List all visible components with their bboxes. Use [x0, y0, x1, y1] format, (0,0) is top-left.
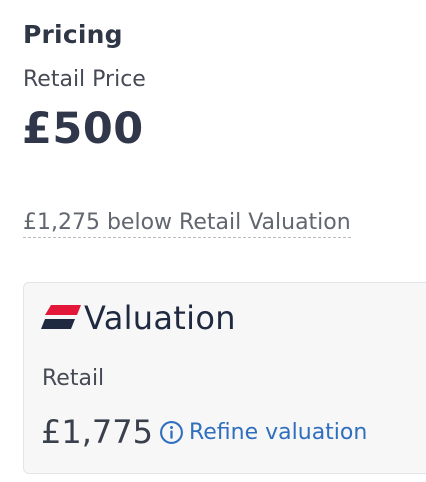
valuation-card: Valuation Retail £1,775 Refine valuation [23, 282, 426, 474]
info-icon [160, 420, 183, 444]
retail-price-label: Retail Price [23, 67, 146, 92]
valuation-logo-icon [41, 305, 81, 329]
valuation-brand-name: Valuation [84, 299, 236, 337]
pricing-panel: Pricing Retail Price £500 £1,275 below R… [0, 0, 426, 482]
valuation-amount-row: £1,775 Refine valuation [41, 413, 367, 451]
retail-price-value: £500 [22, 104, 144, 154]
valuation-brand: Valuation [41, 299, 236, 337]
refine-valuation-label: Refine valuation [188, 419, 368, 445]
valuation-retail-amount: £1,775 [41, 413, 153, 451]
below-valuation-tooltip-trigger[interactable]: £1,275 below Retail Valuation [23, 210, 351, 238]
pricing-title: Pricing [23, 20, 123, 49]
valuation-retail-label: Retail [42, 366, 105, 391]
refine-valuation-link[interactable]: Refine valuation [159, 420, 367, 445]
